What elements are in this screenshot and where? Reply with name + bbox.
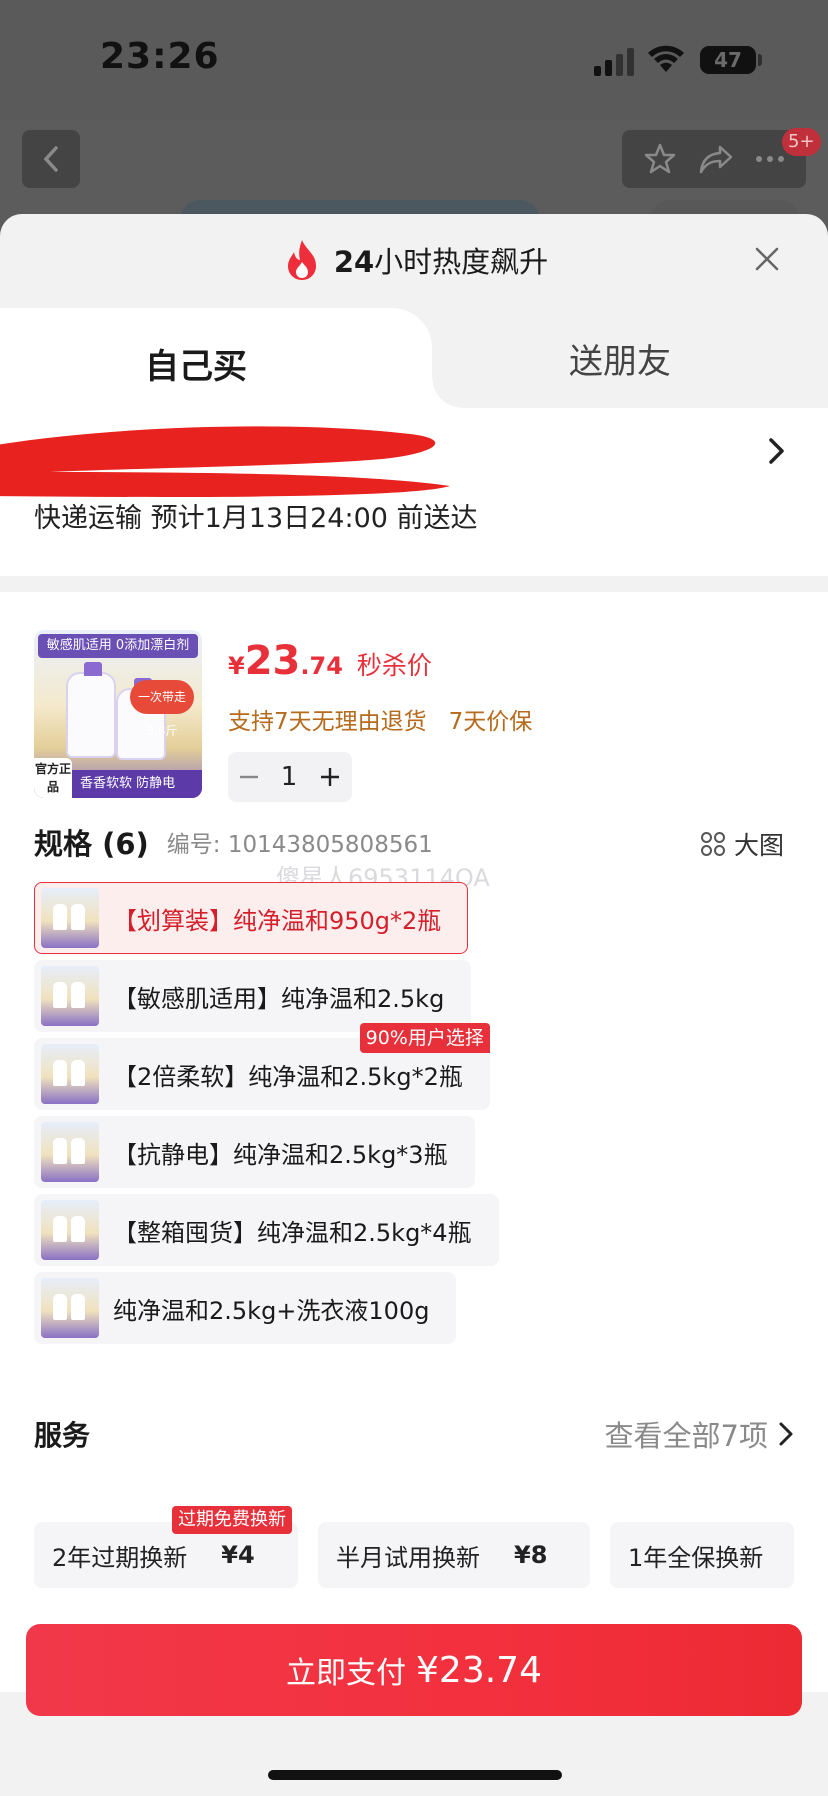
- spec-label: 【2倍柔软】纯净温和2.5kg*2瓶: [113, 1062, 463, 1091]
- pay-amount: ¥23.74: [416, 1649, 542, 1691]
- purchase-tabs: 自己买 送朋友: [0, 308, 828, 418]
- quantity-value: 1: [280, 762, 298, 792]
- big-image-label: 大图: [733, 831, 784, 860]
- chevron-right-icon: [779, 1422, 793, 1446]
- service-option[interactable]: 2年过期换新 ¥4 过期免费换新: [34, 1506, 298, 1588]
- price-symbol: ¥: [228, 652, 245, 680]
- notification-badge: 5+: [782, 128, 821, 156]
- bottle-graphic: [66, 662, 116, 758]
- back-button: [22, 130, 80, 188]
- status-time: 23:26: [100, 36, 220, 77]
- close-icon[interactable]: [752, 244, 782, 274]
- page-actions: [622, 130, 806, 188]
- more-icon: [756, 156, 785, 162]
- price-tag: 秒杀价: [356, 651, 432, 680]
- spec-option[interactable]: 【抗静电】纯净温和2.5kg*3瓶: [34, 1116, 475, 1188]
- official-badge: 官方正品: [34, 758, 72, 798]
- service-price: ¥4: [221, 1541, 255, 1569]
- spec-thumbnail: [41, 1278, 99, 1338]
- battery-tip: [758, 54, 762, 66]
- spec-label: 【敏感肌适用】纯净温和2.5kg: [113, 984, 445, 1013]
- wifi-icon: [648, 45, 684, 72]
- popular-badge: 90%用户选择: [359, 1023, 490, 1053]
- price-decimal: .74: [300, 652, 343, 680]
- spec-thumbnail: [41, 888, 99, 948]
- spec-option[interactable]: 纯净温和2.5kg+洗衣液100g: [34, 1272, 457, 1344]
- spec-label: 纯净温和2.5kg+洗衣液100g: [113, 1296, 430, 1325]
- spec-label: 【整箱囤货】纯净温和2.5kg*4瓶: [113, 1218, 472, 1247]
- service-option[interactable]: 1年全保换新: [610, 1522, 794, 1588]
- star-icon: [644, 143, 675, 174]
- signal-icon: [594, 48, 634, 76]
- hot-title-text: 小时热度飙升: [374, 245, 549, 279]
- spec-option[interactable]: 【整箱囤货】纯净温和2.5kg*4瓶: [34, 1194, 499, 1266]
- service-name: 2年过期换新: [52, 1543, 188, 1572]
- section-gap: [0, 576, 828, 592]
- guarantee-price: 7天价保: [448, 709, 533, 735]
- product-panel: 敏感肌适用 0添加漂白剂 一次带走3.8斤 香香软软 防静电 官方正品 ¥ 23…: [0, 592, 828, 1692]
- hot-title-number: 24: [333, 245, 375, 279]
- service-price: ¥8: [514, 1541, 548, 1569]
- flame-icon: [287, 240, 316, 280]
- tab-buy-self[interactable]: 自己买: [0, 308, 462, 418]
- guarantees: 支持7天无理由退货 7天价保: [228, 702, 532, 736]
- hot-title: 24小时热度飙升: [0, 238, 828, 282]
- price: ¥ 23 .74 秒杀价: [228, 638, 432, 684]
- share-icon: [699, 145, 733, 174]
- spec-thumbnail: [41, 1044, 99, 1104]
- service-view-all[interactable]: 查看全部7项: [605, 1413, 794, 1455]
- address-card[interactable]: 快递运输 预计1月13日24:00 前送达: [0, 408, 828, 576]
- quantity-stepper: 1: [228, 752, 352, 802]
- chevron-left-icon: [43, 146, 58, 172]
- home-indicator: [268, 1770, 562, 1780]
- spec-thumbnail: [41, 966, 99, 1026]
- status-bar: 23:26 47: [0, 0, 828, 120]
- spec-label: 【划算装】纯净温和950g*2瓶: [113, 906, 442, 935]
- battery-icon: 47: [700, 46, 756, 74]
- product-image-badge: 一次带走3.8斤: [130, 680, 194, 738]
- address-redaction: [0, 426, 450, 497]
- spec-code: 编号: 10143805808561: [166, 832, 433, 858]
- spec-option[interactable]: 【2倍柔软】纯净温和2.5kg*2瓶 90%用户选择: [34, 1023, 490, 1110]
- spec-header: 规格 (6) 编号: 10143805808561 大图: [34, 822, 794, 862]
- product-image-banner: 敏感肌适用 0添加漂白剂: [38, 634, 198, 658]
- guarantee-return: 支持7天无理由退货: [228, 709, 427, 735]
- product-image[interactable]: 敏感肌适用 0添加漂白剂 一次带走3.8斤 香香软软 防静电 官方正品: [34, 630, 202, 798]
- chevron-right-icon[interactable]: [766, 436, 788, 466]
- tab-gift-friend[interactable]: 送朋友: [470, 308, 770, 408]
- delivery-estimate: 快递运输 预计1月13日24:00 前送达: [34, 503, 478, 534]
- spec-label: 【抗静电】纯净温和2.5kg*3瓶: [113, 1140, 448, 1169]
- plus-icon[interactable]: [320, 767, 340, 787]
- service-tag: 过期免费换新: [172, 1506, 292, 1534]
- service-title: 服务: [34, 1419, 91, 1452]
- purchase-sheet: 24小时热度飙升 自己买 送朋友 快递运输 预计1月13日24:00 前送达 敏…: [0, 214, 828, 1796]
- price-integer: 23: [244, 638, 301, 684]
- grid-icon: [700, 832, 725, 856]
- service-name: 1年全保换新: [628, 1543, 764, 1572]
- spec-option[interactable]: 【敏感肌适用】纯净温和2.5kg: [34, 960, 472, 1032]
- service-option[interactable]: 半月试用换新 ¥8: [318, 1522, 590, 1588]
- minus-icon[interactable]: [239, 775, 258, 779]
- service-view-all-label: 查看全部7项: [604, 1419, 768, 1453]
- spec-option[interactable]: 【划算装】纯净温和950g*2瓶: [34, 882, 469, 954]
- big-image-toggle[interactable]: 大图: [700, 826, 784, 862]
- service-name: 半月试用换新: [336, 1543, 480, 1572]
- service-header: 服务 查看全部7项: [34, 1414, 794, 1454]
- pay-now-button[interactable]: 立即支付 ¥23.74: [26, 1624, 802, 1716]
- spec-title: 规格 (6): [34, 827, 149, 861]
- pay-label: 立即支付: [286, 1656, 407, 1691]
- spec-thumbnail: [41, 1200, 99, 1260]
- sheet-header: 24小时热度飙升: [0, 214, 828, 308]
- spec-thumbnail: [41, 1122, 99, 1182]
